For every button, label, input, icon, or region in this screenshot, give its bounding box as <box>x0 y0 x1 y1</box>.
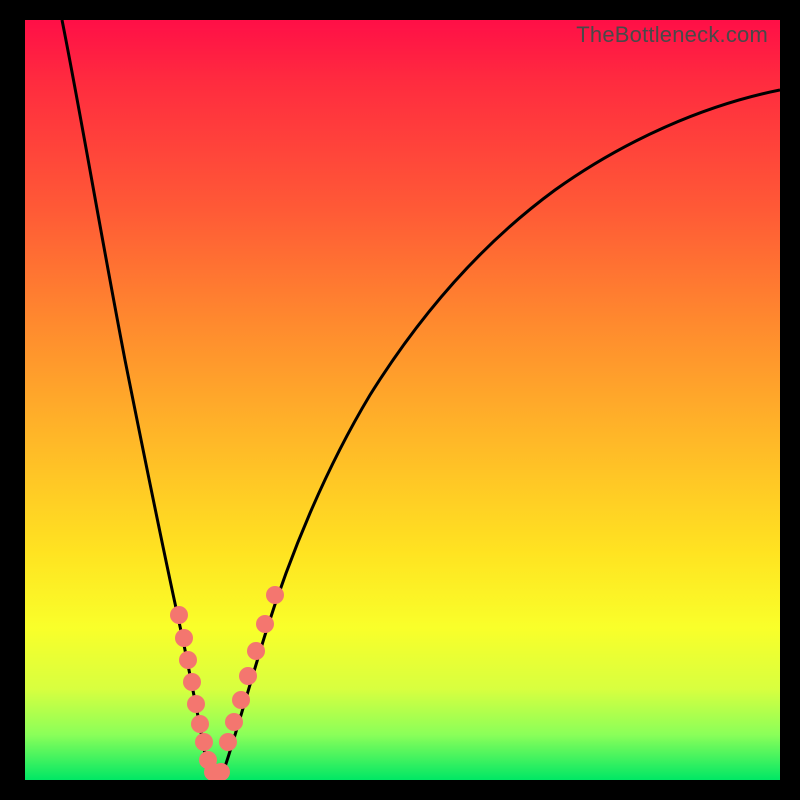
marker-cluster-valley <box>204 763 230 780</box>
curve-right <box>221 90 780 778</box>
chart-frame: TheBottleneck.com <box>0 0 800 800</box>
plot-area: TheBottleneck.com <box>25 20 780 780</box>
marker-cluster-left <box>170 606 217 769</box>
curve-overlay <box>25 20 780 780</box>
